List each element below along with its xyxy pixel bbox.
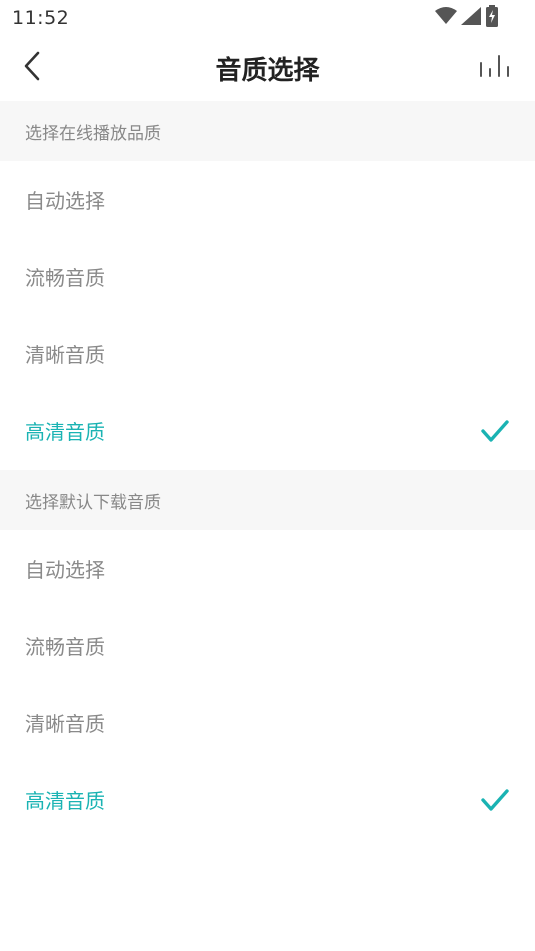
status-icons	[435, 5, 499, 31]
section-header-download: 选择默认下载音质	[0, 470, 535, 530]
back-button[interactable]	[14, 50, 50, 86]
option-label: 流畅音质	[25, 635, 105, 659]
option-label: 流畅音质	[25, 266, 105, 290]
section-header-online: 选择在线播放品质	[0, 101, 535, 161]
option-label: 自动选择	[25, 558, 105, 582]
option-label: 自动选择	[25, 189, 105, 213]
equalizer-icon	[479, 55, 511, 81]
option-label: 高清音质	[25, 789, 105, 813]
check-icon	[481, 788, 509, 812]
option-online-smooth[interactable]: 流畅音质	[0, 238, 535, 315]
status-bar: 11:52	[0, 0, 535, 36]
option-label: 高清音质	[25, 420, 105, 444]
page-title: 音质选择	[215, 55, 320, 86]
option-online-clear[interactable]: 清晰音质	[0, 315, 535, 392]
status-time: 11:52	[12, 7, 70, 29]
option-online-hd[interactable]: 高清音质	[0, 392, 535, 469]
option-label: 清晰音质	[25, 712, 105, 736]
signal-icon	[461, 7, 481, 29]
equalizer-button[interactable]	[475, 52, 515, 84]
option-download-clear[interactable]: 清晰音质	[0, 684, 535, 761]
battery-charging-icon	[485, 5, 499, 31]
option-download-smooth[interactable]: 流畅音质	[0, 607, 535, 684]
wifi-icon	[435, 7, 457, 29]
chevron-left-icon	[23, 51, 41, 85]
option-download-auto[interactable]: 自动选择	[0, 530, 535, 607]
option-online-auto[interactable]: 自动选择	[0, 161, 535, 238]
option-download-hd[interactable]: 高清音质	[0, 761, 535, 838]
option-label: 清晰音质	[25, 343, 105, 367]
check-icon	[481, 419, 509, 443]
nav-bar: 音质选择	[0, 36, 535, 100]
